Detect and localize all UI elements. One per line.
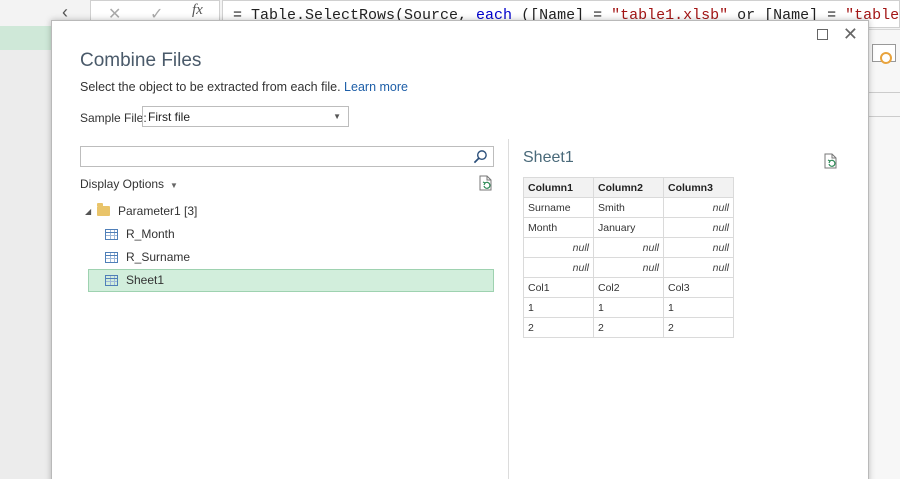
table-cell: null xyxy=(663,237,734,258)
table-row: 1 1 1 xyxy=(523,297,734,318)
table-cell: Col2 xyxy=(593,277,664,298)
sample-file-label: Sample File: xyxy=(80,111,147,125)
display-options-label: Display Options xyxy=(80,177,165,191)
preview-table: Column1 Column2 Column3 Surname Smith nu… xyxy=(523,177,734,338)
search-input[interactable] xyxy=(80,146,494,167)
table-row: 2 2 2 xyxy=(523,317,734,338)
selected-query-strip[interactable] xyxy=(0,26,52,50)
table-row: Col1 Col2 Col3 xyxy=(523,277,734,298)
tree-root-label: Parameter1 [3] xyxy=(118,204,198,218)
chevron-down-icon: ▼ xyxy=(170,181,178,190)
table-cell: null xyxy=(663,217,734,238)
folder-icon xyxy=(97,203,110,216)
table-cell: 2 xyxy=(523,317,594,338)
collapse-tree-icon[interactable]: ◢ xyxy=(85,207,91,216)
tree-item-label: R_Surname xyxy=(126,250,191,264)
table-row: null null null xyxy=(523,257,734,278)
table-cell: 1 xyxy=(663,297,734,318)
column-header: Column2 xyxy=(593,177,664,198)
tree-item-label: R_Month xyxy=(126,227,175,241)
pane-divider xyxy=(508,139,509,479)
divider xyxy=(868,116,900,117)
table-icon xyxy=(105,251,118,263)
table-cell: 2 xyxy=(663,317,734,338)
tree-root-parameter1[interactable]: Parameter1 [3] xyxy=(97,200,197,222)
fx-icon[interactable]: fx xyxy=(192,2,203,19)
table-cell: null xyxy=(523,257,594,278)
table-cell: null xyxy=(663,197,734,218)
tree-item-label: Sheet1 xyxy=(126,273,165,287)
tree-item-r-surname[interactable]: R_Surname xyxy=(105,246,190,268)
preview-title: Sheet1 xyxy=(523,149,574,166)
table-row: Surname Smith null xyxy=(523,197,734,218)
close-icon[interactable]: ✕ xyxy=(843,24,858,45)
refresh-icon[interactable] xyxy=(824,153,838,169)
queries-pane xyxy=(0,30,52,479)
sample-file-select[interactable]: First file ▼ xyxy=(142,106,349,127)
tree-item-r-month[interactable]: R_Month xyxy=(105,223,175,245)
table-icon xyxy=(105,228,118,240)
display-options-dropdown[interactable]: Display Options ▼ xyxy=(80,177,178,191)
chevron-down-icon: ▼ xyxy=(333,112,341,121)
column-header: Column1 xyxy=(523,177,594,198)
dialog-title: Combine Files xyxy=(80,50,202,71)
maximize-icon[interactable] xyxy=(817,29,828,40)
table-cell: January xyxy=(593,217,664,238)
dialog-subtitle: Select the object to be extracted from e… xyxy=(80,80,408,94)
table-cell: Col1 xyxy=(523,277,594,298)
refresh-icon[interactable] xyxy=(479,175,493,191)
table-cell: 2 xyxy=(593,317,664,338)
table-cell: null xyxy=(663,257,734,278)
subtitle-text: Select the object to be extracted from e… xyxy=(80,80,341,94)
column-header: Column3 xyxy=(663,177,734,198)
table-cell: Col3 xyxy=(663,277,734,298)
clock-icon xyxy=(880,52,892,64)
table-cell: Smith xyxy=(593,197,664,218)
table-cell: Surname xyxy=(523,197,594,218)
sample-file-value: First file xyxy=(148,110,190,124)
table-row: null null null xyxy=(523,237,734,258)
table-cell: 1 xyxy=(523,297,594,318)
table-row: Month January null xyxy=(523,217,734,238)
tree-item-sheet1[interactable]: Sheet1 xyxy=(105,269,164,291)
query-settings-pane xyxy=(868,30,900,479)
table-cell: null xyxy=(593,237,664,258)
divider xyxy=(868,92,900,93)
table-cell: 1 xyxy=(593,297,664,318)
search-icon[interactable] xyxy=(473,149,488,164)
table-cell: null xyxy=(593,257,664,278)
combine-files-dialog: ✕ Combine Files Select the object to be … xyxy=(51,20,869,479)
table-cell: null xyxy=(523,237,594,258)
table-icon xyxy=(105,274,118,286)
table-cell: Month xyxy=(523,217,594,238)
table-header-row: Column1 Column2 Column3 xyxy=(523,177,734,198)
learn-more-link[interactable]: Learn more xyxy=(344,80,408,94)
